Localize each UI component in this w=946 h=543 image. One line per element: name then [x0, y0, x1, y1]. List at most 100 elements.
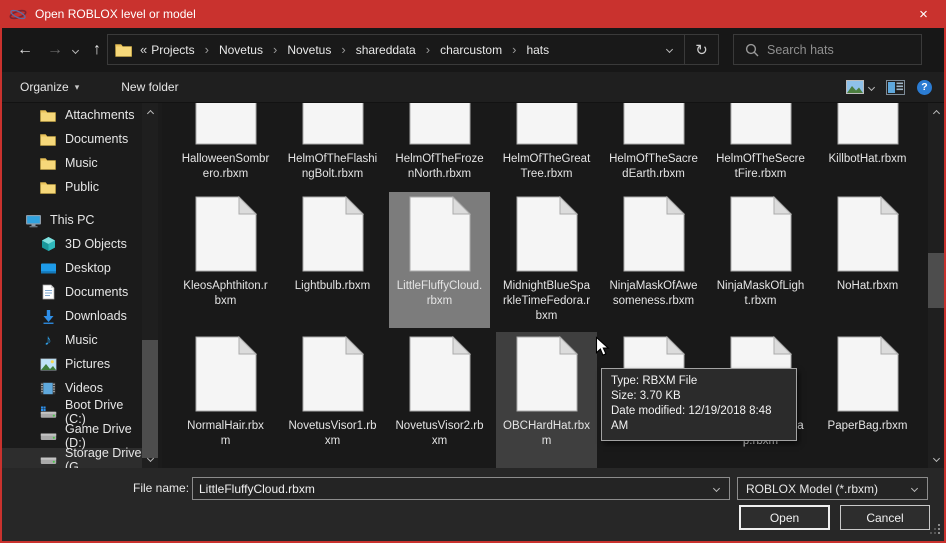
open-button[interactable]: Open	[739, 505, 830, 530]
combo-dropdown-button[interactable]	[901, 486, 927, 491]
file-tile[interactable]: HelmOfTheGreatTree.rbxm	[496, 103, 597, 201]
file-type-combobox[interactable]: ROBLOX Model (*.rbxm)	[737, 477, 928, 500]
file-list-scrollbar[interactable]	[928, 103, 944, 468]
address-dropdown-button[interactable]	[654, 35, 684, 64]
breadcrumb-overflow-icon[interactable]: «	[140, 42, 147, 57]
file-name-input[interactable]	[193, 482, 703, 496]
window-border-left	[0, 0, 2, 543]
file-row-2: KleosAphthiton.rbxmLightbulb.rbxmLittleF…	[175, 192, 918, 328]
search-input[interactable]	[767, 43, 921, 57]
scroll-up-button[interactable]	[142, 105, 158, 121]
chevron-down-icon	[146, 454, 153, 461]
file-tooltip: Type: RBXM File Size: 3.70 KB Date modif…	[601, 368, 797, 441]
file-tile[interactable]: NormalHair.rbxm	[175, 332, 276, 468]
file-name-combobox[interactable]	[192, 477, 730, 500]
rbxm-file-icon	[195, 196, 257, 272]
rbxm-file-icon	[623, 196, 685, 272]
sidebar-scrollbar[interactable]	[142, 103, 158, 468]
file-tile[interactable]: NinjaMaskOfLight.rbxm	[710, 192, 811, 328]
file-tile[interactable]: Lightbulb.rbxm	[282, 192, 383, 328]
sidebar-item-documents[interactable]: Documents	[2, 280, 142, 304]
rbxm-file-icon	[837, 196, 899, 272]
breadcrumb-separator-icon: ›	[504, 42, 524, 57]
forward-button[interactable]: →	[42, 37, 68, 63]
file-tile[interactable]: HelmOfTheFrozenNorth.rbxm	[389, 103, 490, 201]
search-box[interactable]	[733, 34, 922, 65]
sidebar-item-downloads[interactable]: Downloads	[2, 304, 142, 328]
scroll-down-button[interactable]	[928, 450, 944, 466]
sidebar-item-label: Downloads	[65, 309, 127, 323]
scroll-up-button[interactable]	[928, 105, 944, 121]
file-tile[interactable]: NovetusVisor2.rbxm	[389, 332, 490, 468]
sidebar-item-videos[interactable]: Videos	[2, 376, 142, 400]
file-type-value: ROBLOX Model (*.rbxm)	[738, 482, 901, 496]
help-button[interactable]: ?	[917, 80, 932, 95]
arrow-left-icon: ←	[17, 41, 33, 59]
file-tile[interactable]: HelmOfTheSacredEarth.rbxm	[603, 103, 704, 201]
sidebar-item-label: 3D Objects	[65, 237, 127, 251]
sidebar-item-pictures[interactable]: Pictures	[2, 352, 142, 376]
scrollbar-thumb[interactable]	[142, 340, 158, 458]
file-tile[interactable]: NinjaMaskOfAwesomeness.rbxm	[603, 192, 704, 328]
scrollbar-thumb[interactable]	[928, 253, 944, 308]
sidebar-item-public[interactable]: Public	[2, 175, 142, 199]
recent-locations-button[interactable]	[66, 37, 84, 63]
breadcrumb-segment[interactable]: Novetus	[285, 43, 333, 57]
file-tile[interactable]: KleosAphthiton.rbxm	[175, 192, 276, 328]
sidebar-item-documents[interactable]: Documents	[2, 127, 142, 151]
navigation-pane: AttachmentsDocumentsMusicPublicThis PC3D…	[2, 103, 142, 468]
sidebar-item-music[interactable]: Music	[2, 151, 142, 175]
file-label: NinjaMaskOfLight.rbxm	[717, 279, 805, 309]
breadcrumb-segment[interactable]: shareddata	[354, 43, 418, 57]
file-tile[interactable]: HelmOfTheFlashingBolt.rbxm	[282, 103, 383, 201]
breadcrumb-separator-icon: ›	[418, 42, 438, 57]
breadcrumb-segment[interactable]: charcustom	[438, 43, 504, 57]
sidebar-item-this-pc[interactable]: This PC	[2, 208, 142, 232]
chevron-down-icon: ▾	[75, 82, 80, 93]
sidebar-item-attachments[interactable]: Attachments	[2, 103, 142, 127]
combo-dropdown-button[interactable]	[703, 486, 729, 491]
sidebar-item-game-drive-d[interactable]: Game Drive (D:)	[2, 424, 142, 448]
file-tile[interactable]: KillbotHat.rbxm	[817, 103, 918, 201]
resize-grip-icon[interactable]	[930, 524, 941, 538]
close-button[interactable]: ×	[901, 0, 946, 28]
sidebar-item-desktop[interactable]: Desktop	[2, 256, 142, 280]
music-note-icon: ♪	[39, 333, 57, 348]
preview-pane-button[interactable]	[886, 80, 905, 95]
file-tile[interactable]: PaperBag.rbxm	[817, 332, 918, 468]
back-button[interactable]: ←	[12, 37, 38, 63]
file-tile[interactable]: NoHat.rbxm	[817, 192, 918, 328]
new-folder-button[interactable]: New folder	[113, 72, 186, 102]
breadcrumb-segment[interactable]: hats	[524, 43, 551, 57]
sidebar-item-storage-drive-g[interactable]: Storage Drive (G	[2, 448, 142, 468]
file-tile[interactable]: MidnightBlueSparkleTimeFedora.rbxm	[496, 192, 597, 328]
drive-windows-icon	[39, 406, 57, 419]
sidebar-item-label: Public	[65, 180, 99, 194]
breadcrumb-separator-icon: ›	[197, 42, 217, 57]
scroll-down-button[interactable]	[142, 450, 158, 466]
folder-icon	[39, 109, 57, 122]
roblox-logo-icon	[9, 7, 27, 22]
file-label: HelmOfTheFrozenNorth.rbxm	[395, 152, 483, 182]
sidebar-item-3d-objects[interactable]: 3D Objects	[2, 232, 142, 256]
file-tile[interactable]: OBCHardHat.rbxm	[496, 332, 597, 468]
file-label: KillbotHat.rbxm	[829, 152, 907, 167]
file-tile[interactable]: HelmOfTheSecretFire.rbxm	[710, 103, 811, 201]
sidebar-item-music[interactable]: ♪Music	[2, 328, 142, 352]
titlebar[interactable]: Open ROBLOX level or model ×	[0, 0, 946, 28]
cancel-button[interactable]: Cancel	[840, 505, 930, 530]
file-tile[interactable]: NovetusVisor1.rbxm	[282, 332, 383, 468]
file-tile[interactable]: HalloweenSombrero.rbxm	[175, 103, 276, 201]
organize-button[interactable]: Organize ▾	[12, 72, 87, 102]
folder-icon	[39, 133, 57, 146]
address-bar[interactable]: «Projects›Novetus›Novetus›shareddata›cha…	[107, 34, 719, 65]
arrow-up-icon: ↑	[93, 41, 101, 59]
refresh-button[interactable]: ↻	[684, 35, 718, 64]
chevron-down-icon	[910, 485, 917, 492]
picture-icon	[39, 358, 57, 371]
change-view-button[interactable]	[846, 80, 874, 94]
file-tile[interactable]: LittleFluffyCloud.rbxm	[389, 192, 490, 328]
sidebar-item-boot-drive-c[interactable]: Boot Drive (C:)	[2, 400, 142, 424]
breadcrumb-segment[interactable]: Novetus	[217, 43, 265, 57]
breadcrumb-segment[interactable]: Projects	[149, 43, 196, 57]
